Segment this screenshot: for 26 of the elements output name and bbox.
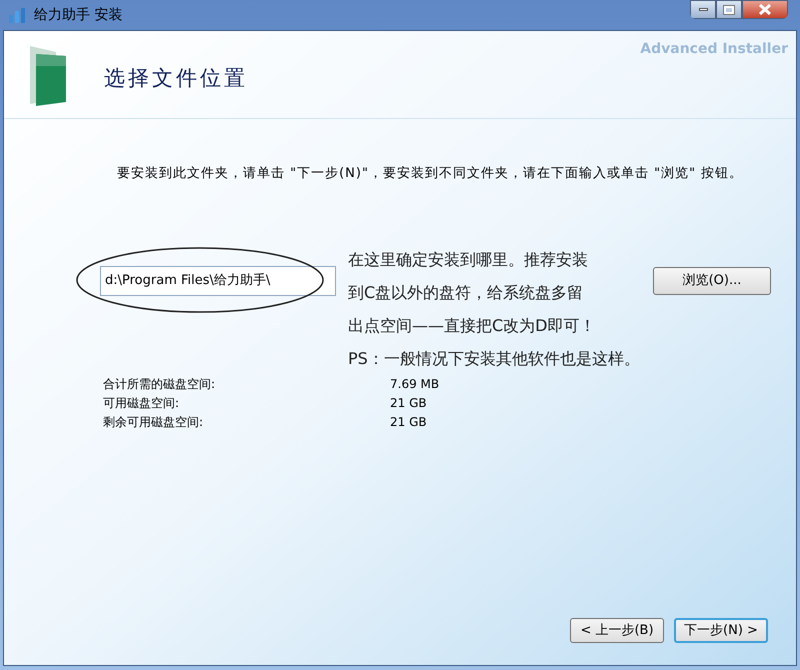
instruction-text: 要安装到此文件夹，请单击 "下一步(N)"，要安装到不同文件夹，请在下面输入或单击 "浏览" 按钮。 xyxy=(117,165,744,182)
minimize-button[interactable] xyxy=(690,0,716,19)
disk-space-value: 21 GB xyxy=(390,395,427,412)
disk-space-value: 21 GB xyxy=(390,414,427,431)
annotation-text: 到C盘以外的盘符，给系统盘多留 xyxy=(348,282,584,304)
disk-space-label: 可用磁盘空间: xyxy=(103,395,180,412)
window-title: 给力助手 安装 xyxy=(34,6,122,24)
path-input[interactable]: d:\Program Files\给力助手\ xyxy=(105,271,331,291)
nav-button[interactable]: 下一步(N) > xyxy=(674,618,768,643)
annotation-text: 出点空间——直接把C改为D即可！ xyxy=(348,315,596,337)
disk-space-label: 剩余可用磁盘空间: xyxy=(103,414,204,431)
app-icon xyxy=(8,7,26,23)
maximize-button[interactable] xyxy=(716,0,742,19)
minimize-icon xyxy=(698,8,708,11)
maximize-icon xyxy=(724,6,734,14)
path-field[interactable]: d:\Program Files\给力助手\ xyxy=(100,266,336,296)
browse-button[interactable]: 浏览(O)... xyxy=(653,267,771,295)
annotation-text: PS：一般情况下安装其他软件也是这样。 xyxy=(348,348,640,370)
nav-button[interactable]: < 上一步(B) xyxy=(570,618,664,643)
disk-space-value: 7.69 MB xyxy=(390,376,440,393)
page-title: 选择文件位置 xyxy=(104,64,248,92)
brand-watermark: Advanced Installer xyxy=(640,40,788,59)
close-button[interactable] xyxy=(742,0,788,19)
annotation-text: 在这里确定安装到哪里。推荐安装 xyxy=(348,249,588,271)
close-icon xyxy=(759,4,771,15)
disk-space-label: 合计所需的磁盘空间: xyxy=(103,376,216,393)
